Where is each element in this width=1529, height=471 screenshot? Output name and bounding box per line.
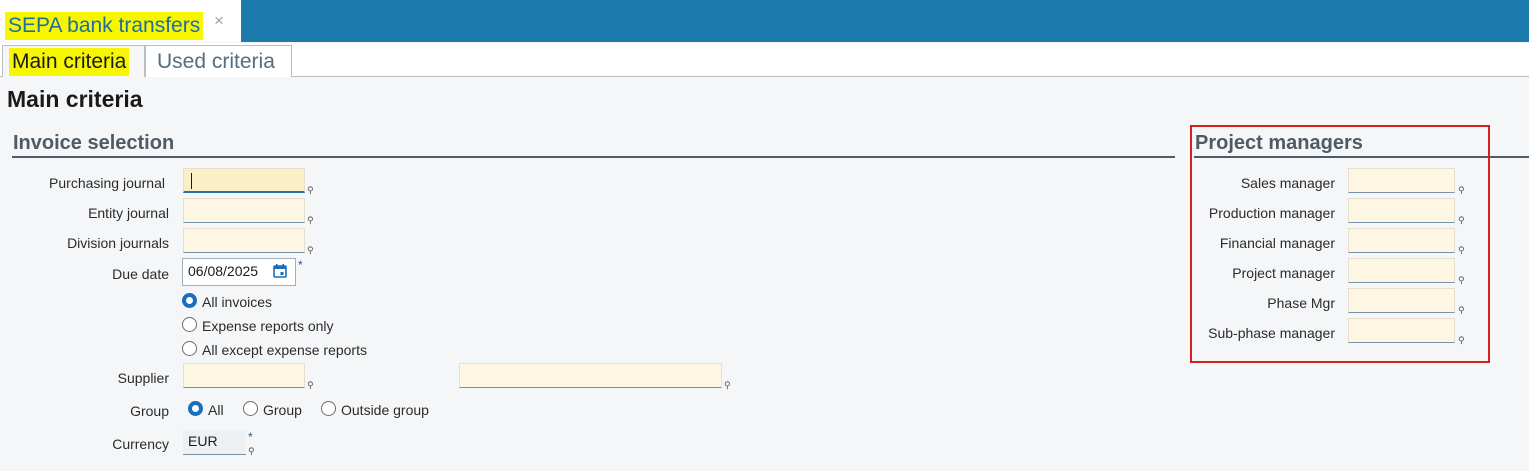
map-pin-icon[interactable]: ⚲ — [307, 185, 314, 195]
expense-reports-only-label[interactable]: Expense reports only — [202, 317, 334, 335]
all-except-expense-reports-radio[interactable] — [182, 341, 197, 356]
map-pin-icon[interactable]: ⚲ — [307, 215, 314, 225]
invoice-selection-divider — [12, 156, 1175, 158]
currency-value: EUR — [188, 433, 218, 449]
map-pin-icon[interactable]: ⚲ — [1458, 215, 1465, 225]
financial-manager-label: Financial manager — [1219, 235, 1335, 251]
due-date-label: Due date — [112, 266, 169, 282]
all-invoices-radio[interactable] — [182, 293, 197, 308]
division-journals-label: Division journals — [67, 235, 169, 251]
group-label: Group — [130, 403, 169, 419]
calendar-icon[interactable] — [273, 264, 287, 278]
group-all-label[interactable]: All — [208, 401, 224, 419]
phase-mgr-label: Phase Mgr — [1267, 295, 1335, 311]
tab-used-criteria[interactable]: Used criteria — [145, 45, 292, 77]
map-pin-icon[interactable]: ⚲ — [1458, 275, 1465, 285]
production-manager-label: Production manager — [1208, 205, 1335, 221]
invoice-selection-title: Invoice selection — [13, 132, 175, 154]
document-tab-title[interactable]: SEPA bank transfers — [5, 12, 204, 40]
project-manager-label: Project manager — [1232, 265, 1335, 281]
sales-manager-label: Sales manager — [1240, 175, 1335, 191]
map-pin-icon[interactable]: ⚲ — [307, 380, 314, 390]
sub-phase-manager-input[interactable] — [1348, 318, 1455, 343]
group-outside-label[interactable]: Outside group — [341, 401, 429, 419]
entity-journal-label: Entity journal — [88, 205, 169, 221]
expense-reports-only-radio[interactable] — [182, 317, 197, 332]
map-pin-icon[interactable]: ⚲ — [248, 446, 255, 456]
all-except-expense-reports-label[interactable]: All except expense reports — [202, 341, 367, 359]
map-pin-icon[interactable]: ⚲ — [1458, 185, 1465, 195]
due-date-required-mark: * — [298, 258, 303, 272]
project-manager-input[interactable] — [1348, 258, 1455, 283]
sales-manager-input[interactable] — [1348, 168, 1455, 193]
purchasing-journal-input[interactable] — [183, 168, 305, 193]
purchasing-journal-label: Purchasing journal — [49, 175, 165, 191]
map-pin-icon[interactable]: ⚲ — [307, 245, 314, 255]
map-pin-icon[interactable]: ⚲ — [1458, 305, 1465, 315]
group-group-label[interactable]: Group — [263, 401, 302, 419]
currency-label: Currency — [112, 436, 169, 452]
phase-mgr-input[interactable] — [1348, 288, 1455, 313]
close-icon[interactable]: × — [214, 12, 224, 30]
sub-phase-manager-label: Sub-phase manager — [1208, 325, 1335, 341]
map-pin-icon[interactable]: ⚲ — [1458, 245, 1465, 255]
group-outside-radio[interactable] — [321, 401, 336, 416]
supplier-code-input[interactable] — [183, 363, 305, 388]
supplier-label: Supplier — [117, 370, 169, 386]
map-pin-icon[interactable]: ⚲ — [1458, 335, 1465, 345]
all-invoices-label[interactable]: All invoices — [202, 293, 272, 311]
group-group-radio[interactable] — [243, 401, 258, 416]
tab-main-criteria-label: Main criteria — [9, 48, 130, 76]
tab-used-criteria-label: Used criteria — [157, 50, 275, 73]
currency-input[interactable]: EUR — [183, 430, 246, 455]
production-manager-input[interactable] — [1348, 198, 1455, 223]
map-pin-icon[interactable]: ⚲ — [724, 380, 731, 390]
entity-journal-input[interactable] — [183, 198, 305, 223]
supplier-name-input[interactable] — [459, 363, 722, 388]
group-all-radio[interactable] — [188, 401, 203, 416]
financial-manager-input[interactable] — [1348, 228, 1455, 253]
text-caret — [191, 173, 192, 189]
division-journals-input[interactable] — [183, 228, 305, 253]
page-title: Main criteria — [7, 86, 143, 112]
tab-main-criteria[interactable]: Main criteria — [2, 45, 145, 77]
due-date-value: 06/08/2025 — [188, 263, 259, 279]
due-date-input[interactable]: 06/08/2025 — [182, 258, 296, 286]
currency-required-mark: * — [248, 430, 253, 444]
